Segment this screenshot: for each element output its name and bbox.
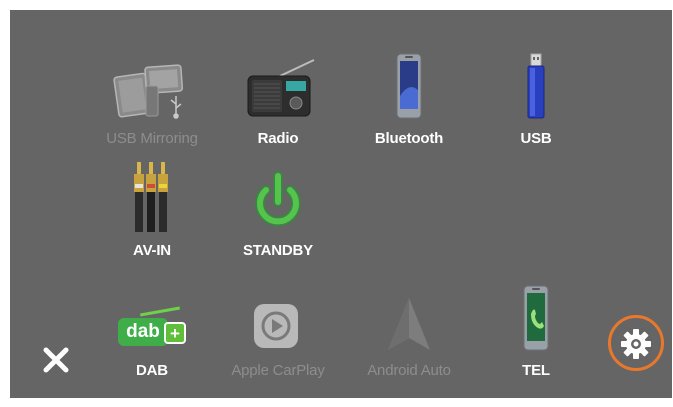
android-auto-tile[interactable]: Android Auto (349, 280, 469, 379)
rca-cable-icon (92, 160, 212, 234)
radio-label: Radio (257, 130, 299, 147)
power-icon (218, 160, 338, 234)
dab-tile[interactable]: dab + DAB (92, 280, 212, 379)
phone-call-icon (476, 280, 596, 354)
carplay-icon (218, 280, 338, 354)
tel-tile[interactable]: TEL (476, 280, 596, 379)
standby-tile[interactable]: STANDBY (218, 160, 338, 259)
gear-icon (621, 329, 651, 359)
usb-mirroring-label: USB Mirroring (106, 130, 198, 147)
bluetooth-label: Bluetooth (374, 130, 444, 147)
dab-label: DAB (136, 362, 168, 379)
radio-tile[interactable]: Radio (218, 48, 338, 147)
usb-label: USB (520, 130, 552, 147)
radio-icon (218, 48, 338, 122)
usb-tile[interactable]: USB (476, 48, 596, 147)
usb-drive-icon (476, 48, 596, 122)
android-auto-icon (349, 280, 469, 354)
standby-label: STANDBY (243, 242, 313, 259)
bluetooth-phone-icon (349, 48, 469, 122)
home-screen: USB Mirroring Radio Bluetooth USB AV-IN … (10, 10, 672, 398)
apple-carplay-tile[interactable]: Apple CarPlay (218, 280, 338, 379)
android-auto-label: Android Auto (367, 362, 451, 379)
dab-logo-plus: + (170, 323, 180, 343)
av-in-tile[interactable]: AV-IN (92, 160, 212, 259)
av-in-label: AV-IN (133, 242, 171, 259)
usb-mirroring-icon (92, 48, 212, 122)
close-button[interactable] (36, 340, 76, 380)
tel-label: TEL (522, 362, 550, 379)
dab-plus-icon: dab + (92, 280, 212, 354)
apple-carplay-label: Apple CarPlay (231, 362, 325, 379)
settings-button[interactable] (608, 315, 664, 375)
dab-logo-text: dab (126, 321, 160, 342)
usb-mirroring-tile[interactable]: USB Mirroring (92, 48, 212, 147)
bluetooth-tile[interactable]: Bluetooth (349, 48, 469, 147)
close-icon (43, 347, 69, 373)
